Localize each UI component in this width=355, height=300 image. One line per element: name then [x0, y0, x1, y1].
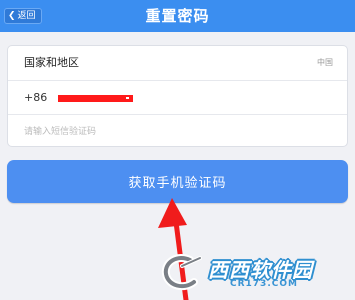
get-verification-code-button[interactable]: 获取手机验证码	[7, 160, 348, 203]
watermark-domain: CR173.COM	[230, 279, 298, 289]
region-row[interactable]: 国家和地区 中国	[8, 46, 347, 80]
code-row	[8, 114, 347, 147]
watermark: 西西软件园 CR173.COM	[160, 248, 350, 296]
phone-prefix: +86	[24, 91, 48, 104]
top-bar: ❮ 返回 重置密码	[0, 0, 355, 32]
sms-code-input[interactable]	[24, 123, 324, 141]
region-label: 国家和地区	[24, 56, 79, 69]
reset-form-card: 国家和地区 中国 +86	[7, 45, 348, 147]
phone-number-redaction	[58, 95, 133, 102]
page-title: 重置密码	[145, 7, 210, 25]
phone-row[interactable]: +86	[8, 80, 347, 114]
watermark-logo-icon	[161, 253, 202, 291]
region-value: 中国	[317, 58, 333, 67]
